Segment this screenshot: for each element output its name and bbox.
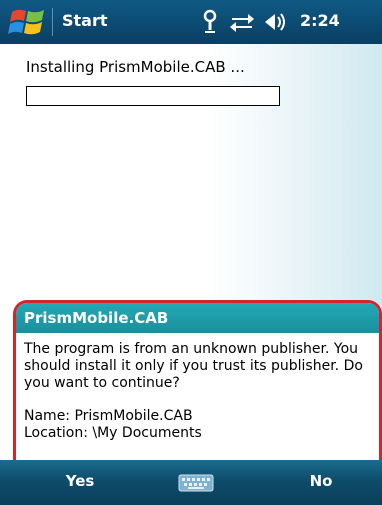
install-status-text: Installing PrismMobile.CAB ... [26,58,245,76]
dialog-name-line: Name: PrismMobile.CAB [24,408,193,424]
antenna-icon[interactable] [196,8,224,36]
dialog-location-line: Location: \My Documents [24,425,202,441]
no-button[interactable]: No [286,472,356,490]
yes-button[interactable]: Yes [40,472,120,490]
dialog-title: PrismMobile.CAB [16,303,379,333]
speaker-icon[interactable] [262,8,290,36]
connectivity-arrows-icon[interactable] [228,8,256,36]
title-bar: Start 2:24 [0,0,382,44]
dialog-body: The program is from an unknown publisher… [16,333,379,442]
windows-flag-icon[interactable] [8,6,48,38]
install-warning-dialog: PrismMobile.CAB The program is from an u… [13,300,382,470]
start-label[interactable]: Start [62,11,108,30]
title-separator [52,8,53,36]
progress-bar [26,86,280,106]
dialog-message: The program is from an unknown publisher… [24,341,363,391]
clock[interactable]: 2:24 [300,11,340,30]
keyboard-icon[interactable] [178,474,214,492]
softkey-bar: Yes No [0,460,382,505]
